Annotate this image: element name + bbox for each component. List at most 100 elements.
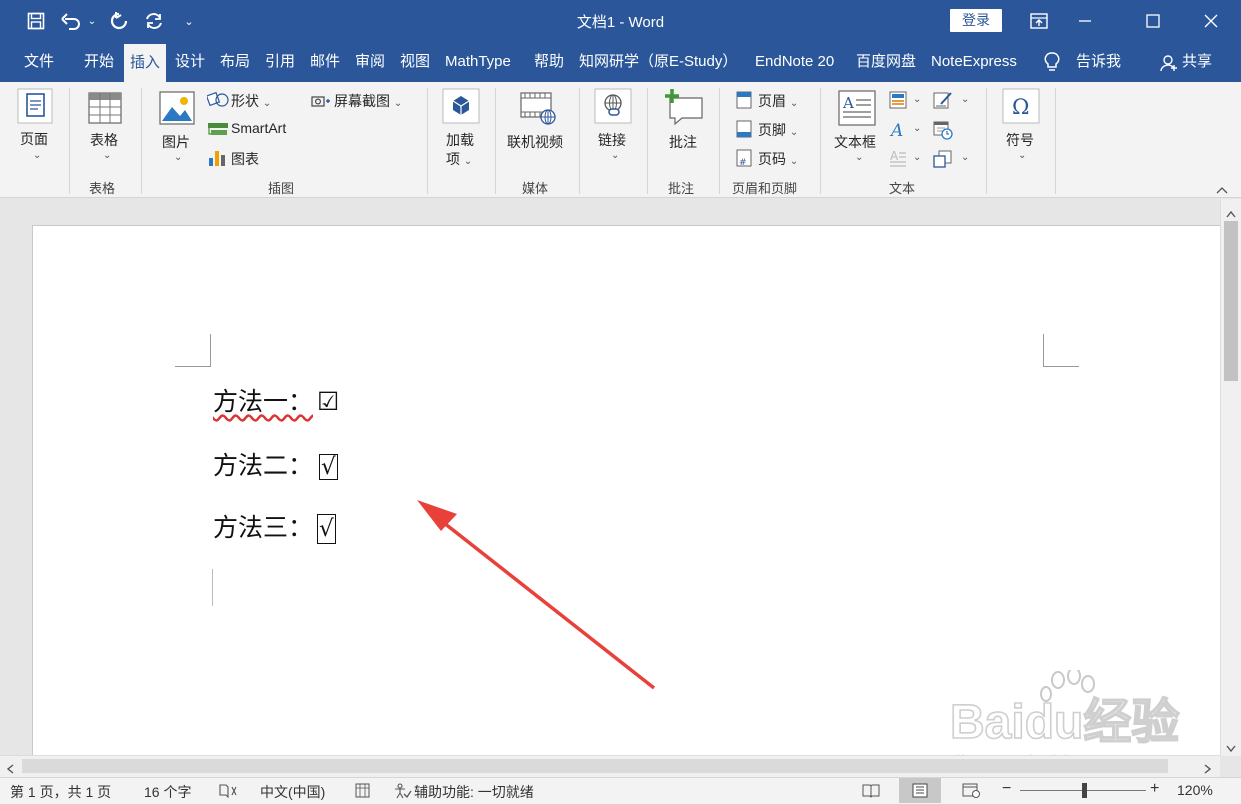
quick-parts-icon[interactable] [889, 91, 907, 114]
tab-mailings[interactable]: 邮件 [310, 42, 340, 82]
tell-me-search[interactable]: 告诉我 [1076, 42, 1121, 82]
tab-references[interactable]: 引用 [265, 42, 295, 82]
symbol-dropdown-icon[interactable]: ⌄ [1018, 150, 1026, 161]
tab-view[interactable]: 视图 [400, 42, 430, 82]
wordart-dropdown-icon[interactable]: ⌄ [913, 123, 921, 134]
table-button[interactable]: 表格 [90, 130, 118, 150]
wordart-icon[interactable]: A [889, 120, 907, 143]
document-line-3[interactable]: 方法三： √ [213, 508, 336, 544]
new-comment-button[interactable]: 批注 [669, 132, 697, 152]
object-dropdown-icon[interactable]: ⌄ [961, 152, 969, 163]
tab-review[interactable]: 审阅 [355, 42, 385, 82]
zoom-slider-thumb[interactable] [1082, 783, 1087, 798]
chart-button[interactable]: 图表 [231, 149, 259, 169]
refresh-icon[interactable] [141, 9, 167, 33]
undo-icon[interactable] [58, 9, 84, 33]
footer-button[interactable]: 页脚 ⌄ [758, 120, 798, 140]
textbox-icon[interactable]: A [838, 90, 876, 131]
screenshot-icon[interactable] [311, 92, 331, 113]
minimize-icon[interactable] [1062, 5, 1108, 37]
web-layout-icon[interactable] [962, 783, 980, 801]
collapse-ribbon-icon[interactable] [1216, 182, 1228, 200]
vertical-scrollbar[interactable] [1220, 199, 1241, 756]
textbox-button[interactable]: 文本框 [834, 132, 876, 152]
link-dropdown-icon[interactable]: ⌄ [611, 150, 619, 161]
horizontal-scrollbar[interactable] [0, 755, 1220, 777]
quick-parts-dropdown-icon[interactable]: ⌄ [913, 94, 921, 105]
proofing-book-icon[interactable] [219, 783, 237, 801]
tab-file[interactable]: 文件 [24, 42, 54, 82]
footer-icon[interactable] [736, 120, 752, 143]
print-layout-button[interactable] [899, 778, 941, 803]
shapes-button[interactable]: 形状 ⌄ [231, 91, 271, 111]
online-video-icon[interactable] [520, 92, 558, 131]
picture-button[interactable]: 图片 [162, 132, 190, 152]
shapes-icon[interactable] [205, 90, 229, 113]
document-line-2[interactable]: 方法二： √ [213, 446, 338, 482]
tab-noteexpress[interactable]: NoteExpress [931, 42, 1017, 82]
redo-icon[interactable] [106, 9, 132, 33]
zoom-out-button[interactable]: − [1002, 780, 1011, 798]
tab-home[interactable]: 开始 [84, 42, 114, 82]
read-mode-icon[interactable] [862, 783, 880, 801]
chart-icon[interactable] [207, 149, 227, 172]
pages-button[interactable] [16, 88, 54, 129]
accessibility-icon[interactable] [394, 783, 412, 802]
accessibility-status[interactable]: 辅助功能: 一切就绪 [414, 782, 534, 802]
save-icon[interactable] [24, 9, 48, 33]
picture-dropdown-icon[interactable]: ⌄ [174, 152, 182, 163]
customize-toolbar-icon[interactable]: ⌄ [180, 9, 198, 33]
share-button[interactable]: 共享 [1182, 42, 1212, 82]
language-status[interactable]: 中文(中国) [260, 782, 325, 802]
share-person-icon[interactable] [1160, 54, 1178, 77]
omega-symbol-icon[interactable]: Ω [1002, 88, 1040, 129]
tab-mathtype[interactable]: MathType [445, 42, 511, 82]
ribbon-display-options-icon[interactable] [1016, 5, 1062, 37]
pages-dropdown-icon[interactable]: ⌄ [33, 150, 41, 161]
document-page[interactable]: 方法一： ☑ 方法二： √ 方法三： √ [32, 225, 1220, 755]
vertical-scroll-thumb[interactable] [1224, 221, 1238, 381]
symbol-button[interactable]: 符号 [1006, 130, 1034, 150]
picture-icon[interactable] [159, 90, 195, 131]
drop-cap-dropdown-icon[interactable]: ⌄ [913, 152, 921, 163]
horizontal-scroll-thumb[interactable] [22, 759, 1168, 773]
addins-button[interactable]: 项 ⌄ [446, 149, 472, 169]
macro-record-icon[interactable] [355, 783, 371, 801]
tab-insert[interactable]: 插入 [124, 44, 167, 82]
tab-baidu-netdisk[interactable]: 百度网盘 [856, 42, 916, 82]
maximize-icon[interactable] [1130, 5, 1176, 37]
page-count-status[interactable]: 第 1 页，共 1 页 [10, 782, 111, 802]
zoom-percent[interactable]: 120% [1177, 782, 1213, 798]
document-line-1[interactable]: 方法一： ☑ [213, 382, 339, 418]
screenshot-button[interactable]: 屏幕截图 ⌄ [334, 91, 402, 111]
tab-cnki-estudy[interactable]: 知网研学（原E-Study） [579, 42, 737, 82]
signature-line-icon[interactable] [933, 90, 953, 115]
textbox-dropdown-icon[interactable]: ⌄ [855, 152, 863, 163]
new-comment-icon[interactable] [664, 88, 704, 131]
scroll-down-icon[interactable] [1226, 740, 1236, 758]
header-button[interactable]: 页眉 ⌄ [758, 91, 798, 111]
drop-cap-icon[interactable]: A [889, 149, 907, 172]
page-number-button[interactable]: 页码 ⌄ [758, 149, 798, 169]
table-dropdown-icon[interactable]: ⌄ [103, 150, 111, 161]
link-icon[interactable] [594, 88, 632, 129]
date-time-icon[interactable] [933, 120, 953, 145]
zoom-in-button[interactable]: + [1150, 780, 1159, 798]
smartart-icon[interactable] [207, 120, 229, 143]
lightbulb-icon[interactable] [1043, 51, 1061, 78]
table-grid-icon[interactable] [88, 92, 122, 129]
tab-layout[interactable]: 布局 [220, 42, 250, 82]
tab-design[interactable]: 设计 [175, 42, 205, 82]
online-video-button[interactable]: 联机视频 [507, 132, 563, 152]
smartart-button[interactable]: SmartArt [231, 120, 286, 136]
undo-dropdown-icon[interactable]: ⌄ [86, 9, 98, 33]
page-number-icon[interactable]: # [736, 149, 752, 172]
close-icon[interactable] [1188, 5, 1234, 37]
login-button[interactable]: 登录 [950, 9, 1002, 32]
signature-line-dropdown-icon[interactable]: ⌄ [961, 94, 969, 105]
tab-endnote[interactable]: EndNote 20 [755, 42, 834, 82]
addins-icon[interactable] [442, 88, 480, 129]
link-button[interactable]: 链接 [598, 130, 626, 150]
object-icon[interactable] [933, 149, 953, 174]
word-count-status[interactable]: 16 个字 [144, 782, 191, 802]
